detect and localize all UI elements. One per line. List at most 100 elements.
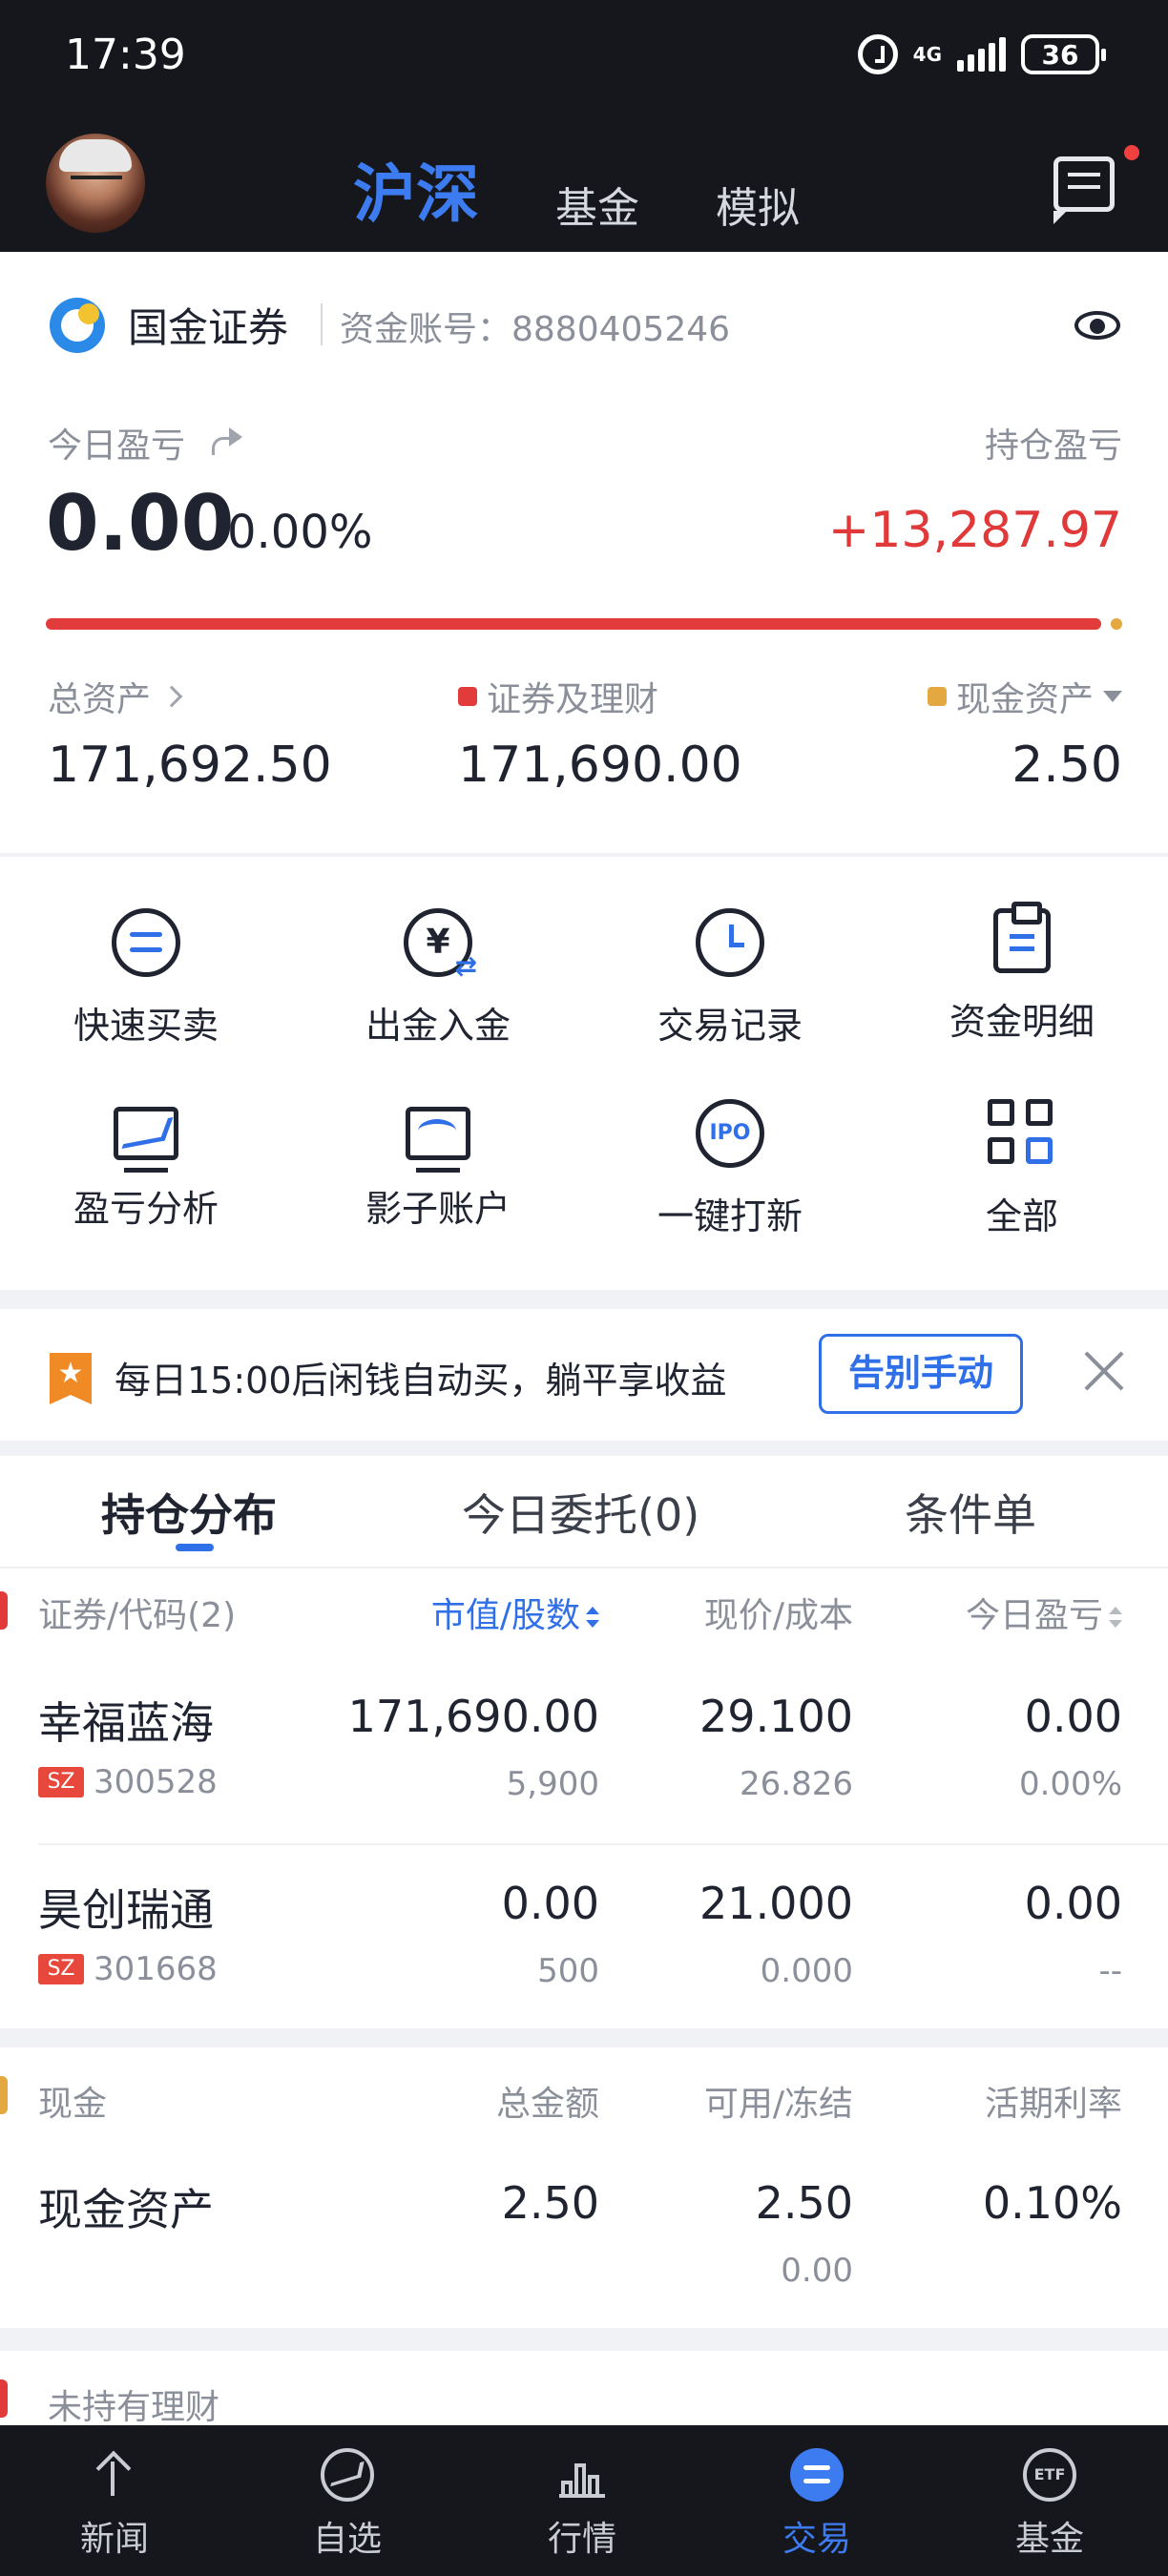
holding-pl-label: 持仓盈亏 — [984, 426, 1122, 466]
shortcut-pl-analysis[interactable]: 盈亏分析 — [0, 1099, 292, 1232]
today-pl-label: 今日盈亏 — [48, 426, 186, 466]
news-icon — [88, 2448, 141, 2502]
grid-icon — [988, 1099, 1056, 1168]
avatar[interactable] — [46, 134, 145, 233]
tab-indicator — [176, 1544, 214, 1551]
securities-label: 证券及理财 — [458, 672, 658, 721]
shortcut-trade-records[interactable]: 交易记录 — [584, 908, 876, 1049]
col-security: 证券/代码(2) — [38, 1596, 237, 1635]
nav-trade[interactable]: 交易 — [740, 2448, 893, 2561]
shortcut-label: 盈亏分析 — [73, 1188, 219, 1230]
nav-news[interactable]: 新闻 — [38, 2448, 191, 2561]
cost-price: 0.000 — [760, 1952, 853, 1990]
clock-icon — [696, 908, 764, 977]
share-icon[interactable] — [210, 427, 244, 455]
cash-legend-icon — [927, 687, 947, 706]
col-today-pl[interactable]: 今日盈亏 — [966, 1588, 1122, 1637]
today-pl-pct: -- — [1098, 1952, 1122, 1990]
nav-fund[interactable]: ETF 基金 — [973, 2448, 1126, 2561]
shortcut-deposit-withdraw[interactable]: ¥ 出金入金 — [292, 908, 584, 1049]
dropdown-icon — [1103, 691, 1122, 702]
shares: 500 — [537, 1952, 599, 1990]
tab-positions[interactable]: 持仓分布 — [101, 1481, 277, 1544]
col-total-amount: 总金额 — [495, 2085, 599, 2124]
shadow-monitor-icon — [406, 1107, 470, 1173]
nav-label: 行情 — [547, 2520, 616, 2559]
notification-dot — [1124, 145, 1139, 160]
ipo-icon: IPO — [696, 1099, 764, 1168]
total-assets-label[interactable]: 总资产 — [48, 672, 183, 721]
broker-name[interactable]: 国金证券 — [128, 296, 288, 354]
col-market-value-label: 市值/股数 — [430, 1596, 580, 1635]
securities-marker — [0, 1591, 8, 1630]
tab-hushen[interactable]: 沪深 — [353, 143, 479, 235]
shortcut-label: 出金入金 — [365, 1005, 511, 1047]
cash-available: 2.50 — [755, 2177, 853, 2229]
account-number: 资金账号：8880405246 — [340, 310, 731, 349]
tab-fund[interactable]: 基金 — [555, 174, 639, 235]
alarm-icon — [857, 34, 898, 74]
cash-asset-name: 现金资产 — [38, 2184, 214, 2235]
cost-price: 26.826 — [740, 1765, 853, 1803]
today-pl-value: 0.00 — [46, 479, 235, 568]
current-price: 21.000 — [699, 1878, 853, 1929]
tab-today-orders[interactable]: 今日委托(0) — [462, 1481, 699, 1544]
stock-code-text: 301668 — [94, 1950, 218, 1988]
status-time: 17:39 — [65, 31, 186, 79]
nav-label: 交易 — [782, 2520, 851, 2559]
status-icons: 4G 36 — [857, 34, 1106, 74]
col-price: 现价/成本 — [703, 1596, 853, 1635]
shortcut-ipo[interactable]: IPO 一键打新 — [584, 1099, 876, 1239]
col-market-value[interactable]: 市值/股数 — [431, 1588, 599, 1637]
watchlist-icon — [321, 2448, 374, 2502]
tab-conditional-orders[interactable]: 条件单 — [905, 1481, 1036, 1544]
shortcut-quick-trade[interactable]: 快速买卖 — [0, 908, 292, 1049]
market-icon — [555, 2448, 609, 2502]
signal-icon — [957, 37, 1006, 72]
nav-label: 新闻 — [79, 2520, 149, 2559]
divider — [321, 303, 323, 345]
banner-text[interactable]: 每日15:00后闲钱自动买，躺平享收益 — [115, 1351, 727, 1403]
clipboard-icon — [993, 902, 1051, 973]
col-demand-rate: 活期利率 — [984, 2085, 1122, 2124]
cash-text: 现金资产 — [955, 680, 1094, 719]
shortcut-label: 快速买卖 — [73, 1005, 219, 1047]
no-finance-label: 未持有理财 — [48, 2388, 220, 2427]
shortcut-fund-details[interactable]: 资金明细 — [876, 902, 1168, 1045]
today-pl: 0.00 — [1024, 1878, 1122, 1929]
nav-watchlist[interactable]: 自选 — [271, 2448, 424, 2561]
securities-legend-icon — [458, 687, 477, 706]
stock-code-text: 300528 — [94, 1763, 218, 1801]
stock-code: SZ 300528 — [38, 1763, 218, 1801]
shortcut-shadow-account[interactable]: 影子账户 — [292, 1099, 584, 1232]
cash-frozen: 0.00 — [781, 2252, 853, 2290]
holding-pl-value: +13,287.97 — [827, 502, 1122, 559]
cash-marker — [0, 2076, 8, 2114]
tab-simulation[interactable]: 模拟 — [716, 174, 800, 235]
today-pl-percent: 0.00% — [227, 506, 373, 559]
market-value: 171,690.00 — [347, 1691, 599, 1742]
market-badge: SZ — [38, 1954, 84, 1984]
sort-icon — [1109, 1607, 1122, 1628]
sort-icon — [586, 1607, 599, 1628]
chevron-right-icon — [160, 685, 183, 708]
shortcut-all[interactable]: 全部 — [876, 1099, 1168, 1239]
cash-label[interactable]: 现金资产 — [927, 672, 1122, 721]
star-icon: ★ — [50, 1353, 92, 1404]
divider — [0, 1567, 1168, 1568]
banner-button[interactable]: 告别手动 — [819, 1334, 1023, 1414]
network-type: 4G — [912, 43, 942, 66]
market-value: 0.00 — [501, 1878, 599, 1929]
stock-name: 幸福蓝海 — [38, 1697, 214, 1749]
col-available-frozen: 可用/冻结 — [703, 2085, 853, 2124]
eye-icon[interactable] — [1074, 311, 1120, 340]
today-pl-pct: 0.00% — [1018, 1765, 1122, 1803]
total-assets-text: 总资产 — [48, 680, 152, 719]
message-icon[interactable] — [1053, 156, 1115, 224]
close-icon[interactable] — [1082, 1349, 1126, 1393]
top-bar: 17:39 4G 36 沪深 基金 模拟 — [0, 0, 1168, 252]
trade-icon — [790, 2448, 844, 2502]
today-pl: 0.00 — [1024, 1691, 1122, 1742]
nav-market[interactable]: 行情 — [506, 2448, 658, 2561]
nav-label: 自选 — [312, 2520, 382, 2559]
